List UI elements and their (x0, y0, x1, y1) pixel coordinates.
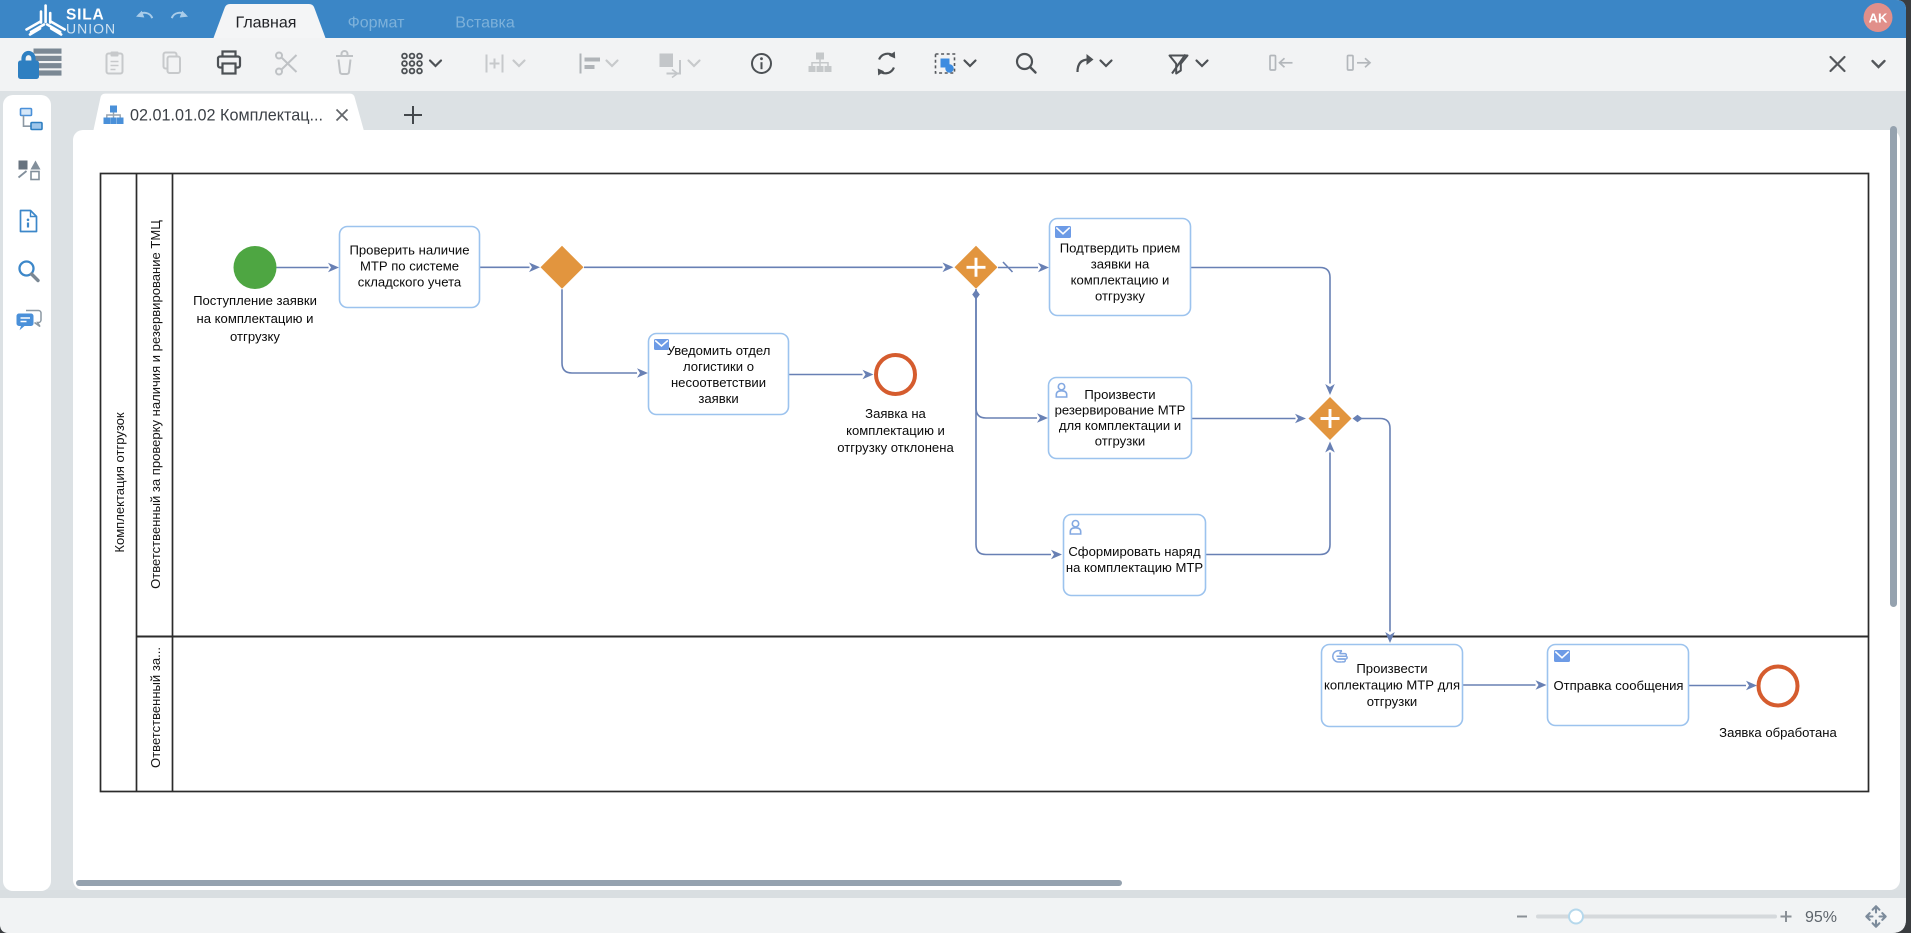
svg-text:Поступление заявки: Поступление заявки (193, 293, 317, 308)
svg-text:Заявка на: Заявка на (865, 406, 926, 421)
svg-text:Подтвердить прием: Подтвердить прием (1060, 241, 1181, 256)
svg-text:на комплектацию МТР: на комплектацию МТР (1066, 560, 1204, 575)
svg-text:МТР по системе: МТР по системе (360, 259, 459, 274)
svg-text:отгрузку: отгрузку (230, 329, 280, 344)
svg-text:резервирование МТР: резервирование МТР (1055, 403, 1186, 418)
svg-text:Произвести: Произвести (1356, 661, 1427, 676)
svg-text:заявки: заявки (698, 391, 738, 406)
svg-text:отгрузки: отгрузки (1367, 694, 1418, 709)
svg-text:Вставка: Вставка (455, 15, 515, 32)
svg-text:Сформировать наряд: Сформировать наряд (1068, 544, 1201, 559)
svg-text:отгрузки: отгрузки (1095, 434, 1146, 449)
svg-text:Ответственный за...: Ответственный за... (148, 647, 163, 768)
svg-text:на комплектацию и: на комплектацию и (197, 311, 314, 326)
svg-text:отгрузку отклонена: отгрузку отклонена (837, 440, 954, 455)
svg-text:Отправка сообщения: Отправка сообщения (1553, 678, 1683, 693)
svg-text:02.01.01.02 Комплектац...: 02.01.01.02 Комплектац... (130, 107, 323, 125)
svg-text:Заявка обработана: Заявка обработана (1719, 725, 1837, 740)
svg-text:комплектацию и: комплектацию и (1071, 273, 1170, 288)
svg-text:Комплектация отгрузок: Комплектация отгрузок (112, 412, 127, 553)
svg-text:заявки на: заявки на (1091, 257, 1150, 272)
svg-text:коплектацию МТР для: коплектацию МТР для (1324, 678, 1460, 693)
svg-text:Уведомить отдел: Уведомить отдел (667, 343, 771, 358)
svg-text:для комплектации и: для комплектации и (1059, 418, 1181, 433)
svg-text:логистики о: логистики о (683, 359, 754, 374)
svg-text:Произвести: Произвести (1084, 387, 1155, 402)
svg-text:UNION: UNION (66, 21, 116, 37)
svg-text:отгрузку: отгрузку (1095, 289, 1145, 304)
svg-text:Формат: Формат (348, 15, 406, 32)
svg-text:складского учета: складского учета (358, 275, 462, 290)
svg-text:комплектацию и: комплектацию и (846, 423, 945, 438)
svg-text:AK: AK (1869, 11, 1888, 26)
svg-text:Ответственный за проверку нали: Ответственный за проверку наличия и резе… (148, 220, 163, 589)
svg-text:несоответствии: несоответствии (671, 375, 766, 390)
svg-text:95%: 95% (1805, 909, 1837, 926)
svg-text:Проверить наличие: Проверить наличие (349, 243, 469, 258)
svg-text:Главная: Главная (236, 15, 297, 32)
